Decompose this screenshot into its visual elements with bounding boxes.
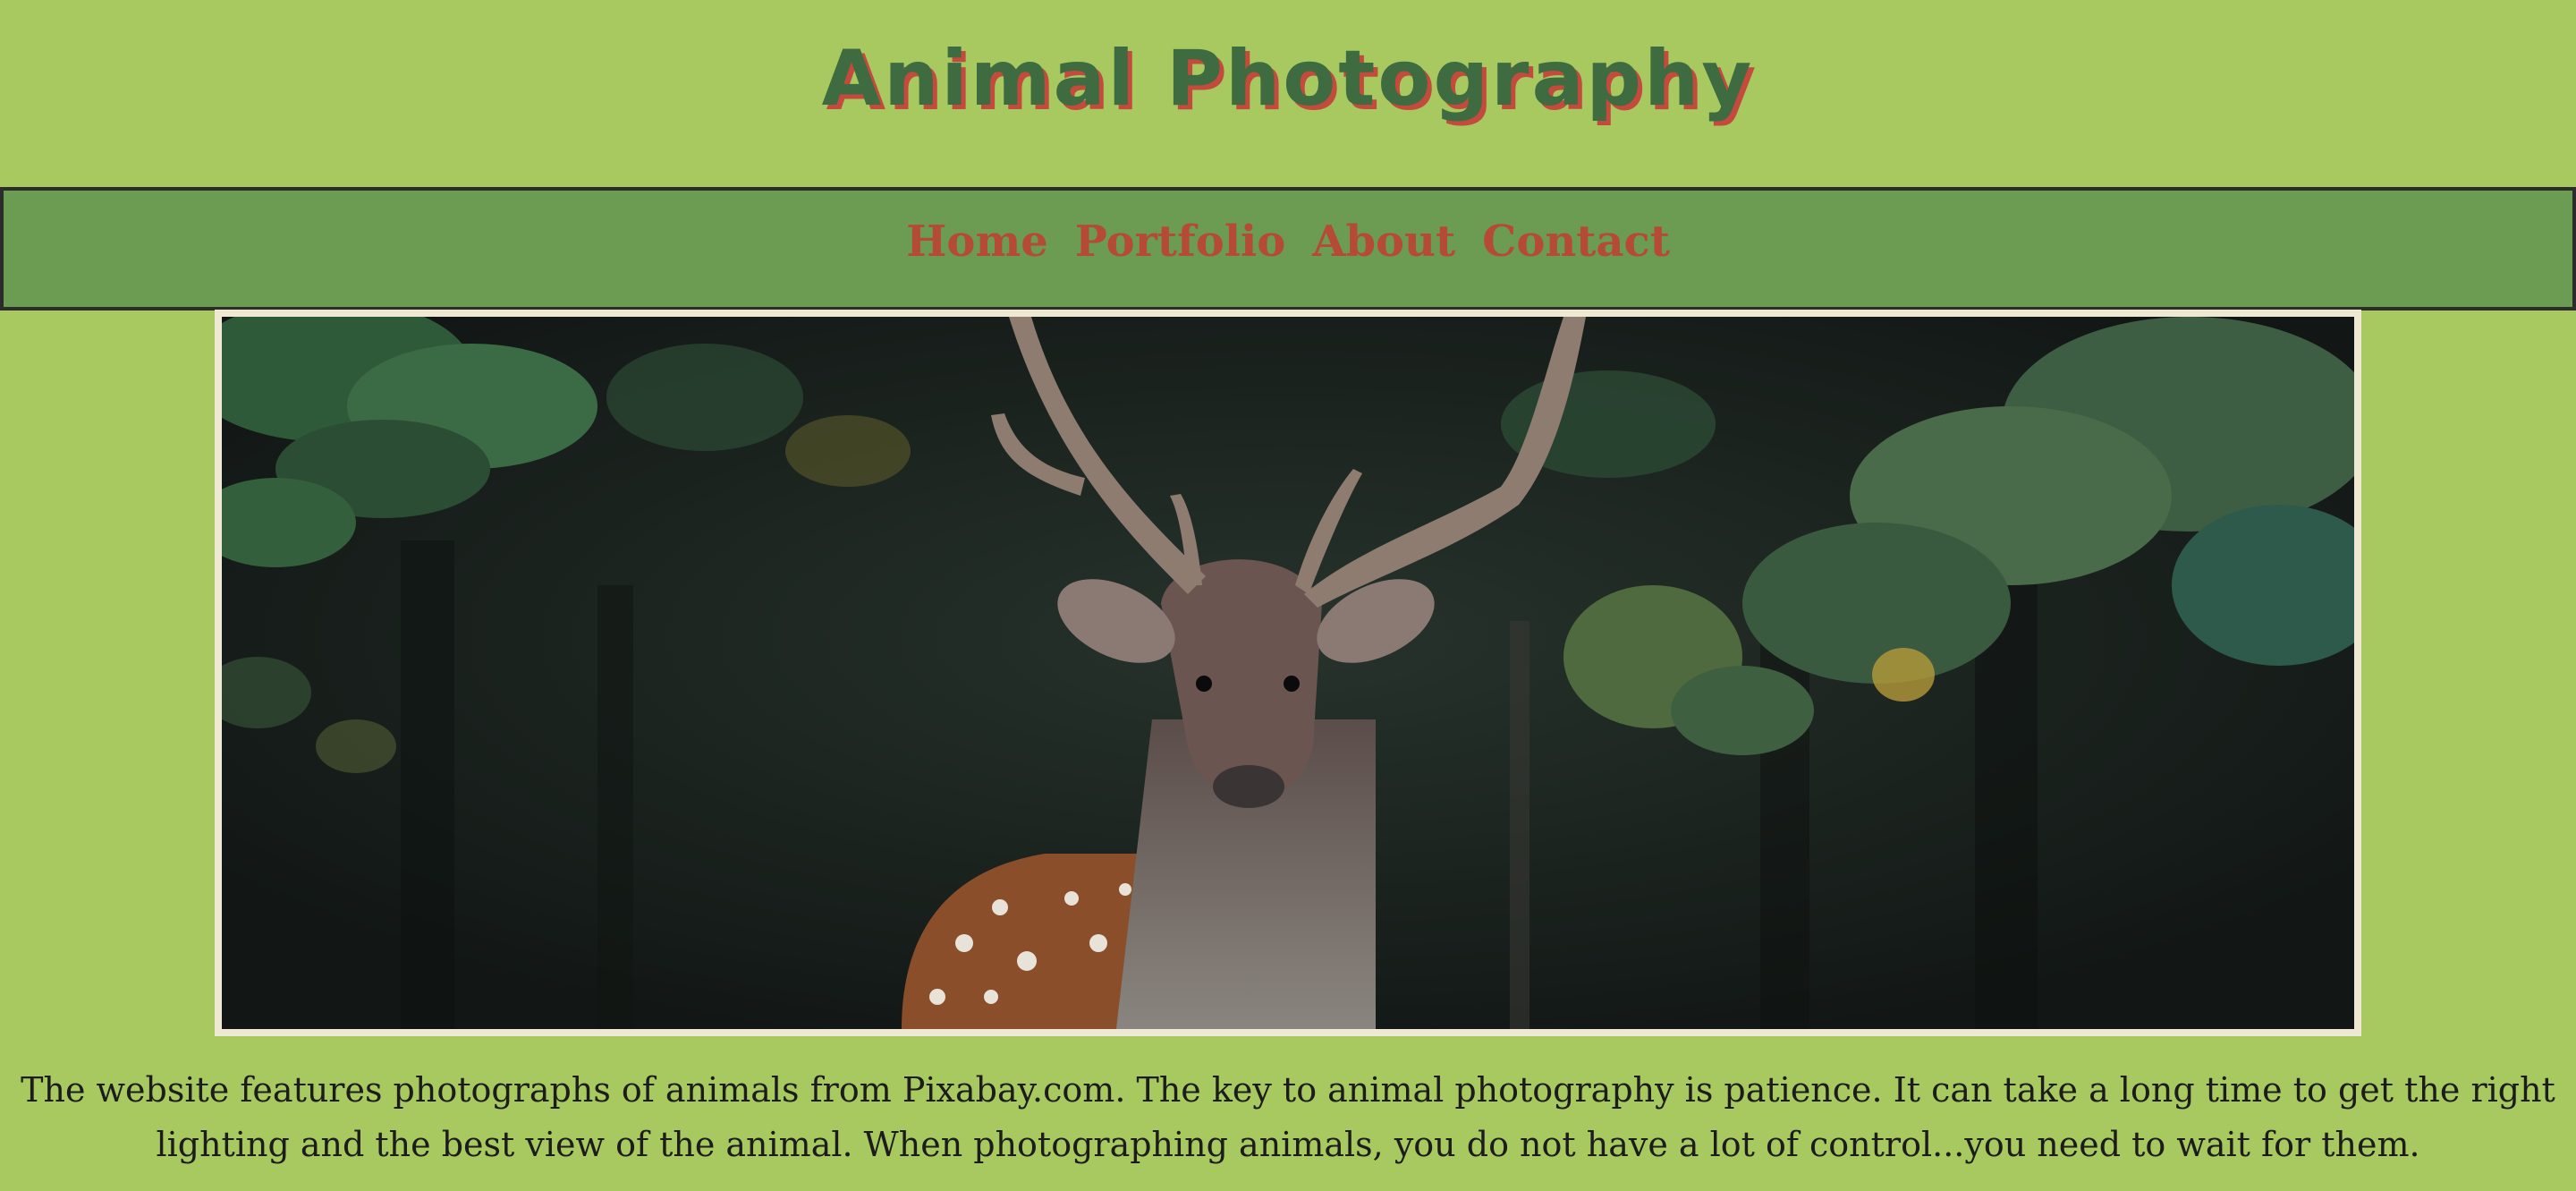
hero-image-frame xyxy=(215,310,2361,1036)
nav-link-contact[interactable]: Contact xyxy=(1482,217,1670,267)
intro-paragraph: The website features photographs of anim… xyxy=(21,1070,2555,1164)
nav-link-portfolio[interactable]: Portfolio xyxy=(1075,217,1285,267)
nav-link-home[interactable]: Home xyxy=(906,217,1048,267)
page: Animal Photography Home Portfolio About … xyxy=(0,0,2576,1191)
nav-link-about[interactable]: About xyxy=(1312,217,1455,267)
site-title: Animal Photography xyxy=(821,34,1755,123)
deer-photo xyxy=(222,317,2354,1029)
main-nav: Home Portfolio About Contact xyxy=(0,187,2576,311)
